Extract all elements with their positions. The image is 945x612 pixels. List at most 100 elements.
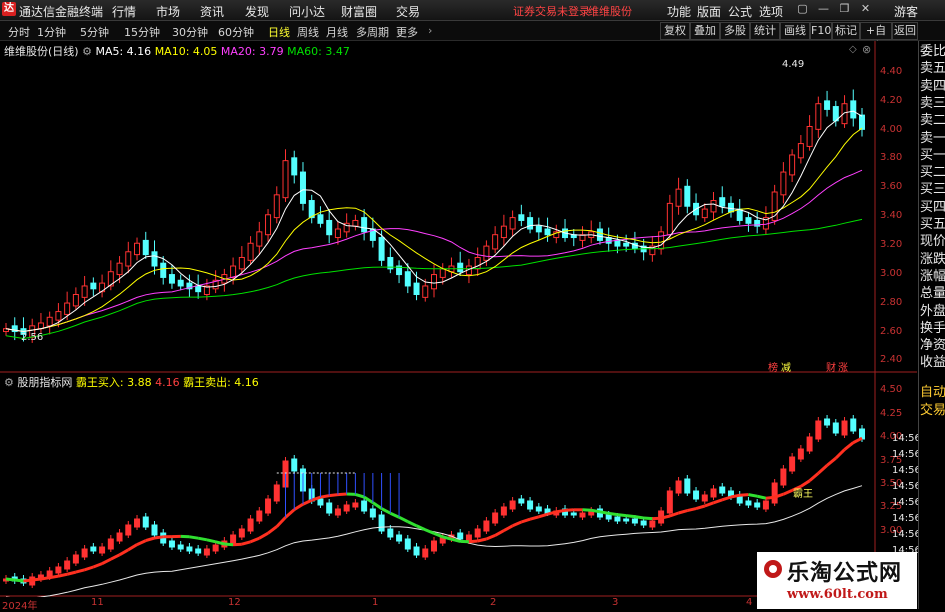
tongji-button[interactable]: 统计 xyxy=(750,22,780,40)
sub-candle-body xyxy=(667,491,672,513)
period-5min[interactable]: 5分钟 xyxy=(80,24,109,40)
candle-body xyxy=(292,158,297,175)
quote-label: 净资 xyxy=(920,338,945,354)
sub-candle-body xyxy=(344,505,349,511)
back-button[interactable]: 返回 xyxy=(892,22,918,40)
duogu-button[interactable]: 多股 xyxy=(720,22,750,40)
candle-body xyxy=(624,243,629,246)
candle-body xyxy=(423,286,428,297)
biaoji-button[interactable]: 标记 xyxy=(832,22,860,40)
restore-icon[interactable]: ❐ xyxy=(837,2,852,16)
sub-axis-tick: 4.25 xyxy=(880,408,902,419)
sub-candle-body xyxy=(484,521,489,531)
auto-trade-label[interactable]: 交易 xyxy=(920,403,945,419)
indicator-name[interactable]: 股朋指标网 xyxy=(17,376,72,389)
chevron-right-icon[interactable]: › xyxy=(428,24,432,37)
menu-gongneng[interactable]: 功能 xyxy=(667,3,691,20)
signal-line xyxy=(687,509,696,511)
menu-banmian[interactable]: 版面 xyxy=(697,3,721,20)
period-more[interactable]: 更多 xyxy=(396,24,418,40)
stock-name[interactable]: 维维股份(日线) xyxy=(4,45,79,58)
main-axis-tick: 3.20 xyxy=(880,239,902,250)
period-30min[interactable]: 30分钟 xyxy=(172,24,208,40)
quote-label: 外盘 xyxy=(920,304,945,320)
period-fenshi[interactable]: 分时 xyxy=(8,24,30,40)
auto-trade-label[interactable]: 自动 xyxy=(920,385,945,401)
add-favorite-button[interactable]: +自选 xyxy=(860,22,892,40)
kline-chart[interactable] xyxy=(0,41,917,597)
quote-label: 卖三 xyxy=(920,96,945,112)
candle-body xyxy=(458,263,463,272)
watermark-title: 乐淘公式网 xyxy=(787,555,902,587)
quote-label: 买五 xyxy=(920,217,945,233)
buy-label: 霸王买入: 3.88 xyxy=(76,376,152,389)
chart-area[interactable]: 维维股份(日线) ⚙ MA5: 4.16 MA10: 4.05 MA20: 3.… xyxy=(0,41,917,597)
sub-candle-body xyxy=(466,535,471,541)
settings-icon[interactable]: ⚙ xyxy=(82,45,92,58)
menu-xuanxiang[interactable]: 选项 xyxy=(759,3,783,20)
period-monthly[interactable]: 月线 xyxy=(326,24,348,40)
sub-candle-body xyxy=(370,509,375,517)
period-weekly[interactable]: 周线 xyxy=(297,24,319,40)
menu-jiaoyi[interactable]: 交易 xyxy=(396,3,420,20)
sub-candle-body xyxy=(126,525,131,535)
sub-candle-body xyxy=(755,503,760,507)
candle-body xyxy=(257,232,262,246)
candle-body xyxy=(65,303,70,314)
sub-axis-tick: 4.50 xyxy=(880,384,902,395)
close-icon[interactable]: ✕ xyxy=(858,2,873,16)
menu-gongshi[interactable]: 公式 xyxy=(728,3,752,20)
minimize-icon[interactable]: ▢ xyxy=(795,2,810,16)
sub-candle-body xyxy=(82,549,87,557)
signal-line xyxy=(600,512,609,514)
menu-shichang[interactable]: 市场 xyxy=(156,3,180,20)
tag-zhang[interactable]: 涨 xyxy=(838,359,848,374)
menu-wenxiaoda[interactable]: 问小达 xyxy=(289,3,325,20)
sub-candle-body xyxy=(353,503,358,507)
minimize-icon[interactable]: — xyxy=(816,2,831,16)
huaxian-button[interactable]: 画线 xyxy=(780,22,810,40)
menu-faxian[interactable]: 发现 xyxy=(245,3,269,20)
candle-body xyxy=(860,115,865,129)
settings-icon[interactable]: ⚙ xyxy=(4,376,14,389)
candle-body xyxy=(266,215,271,235)
quote-label: 委比 xyxy=(920,44,945,60)
candle-body xyxy=(501,226,506,237)
sub-candle-body xyxy=(650,521,655,527)
sub-axis-time: 14:56 xyxy=(892,449,921,460)
tag-jian[interactable]: 减 xyxy=(781,359,791,374)
fuquan-button[interactable]: 复权 xyxy=(660,22,690,40)
tag-bang[interactable]: 榜 xyxy=(768,359,778,374)
f10-button[interactable]: F10 xyxy=(810,22,832,40)
sell-label: 霸王卖出: 4.16 xyxy=(183,376,259,389)
candle-body xyxy=(781,172,786,195)
stock-link[interactable]: 维维股份 xyxy=(588,3,632,19)
period-daily[interactable]: 日线 xyxy=(268,24,290,40)
guest-user[interactable]: 游客 xyxy=(894,3,918,20)
signal-line xyxy=(338,494,347,495)
period-60min[interactable]: 60分钟 xyxy=(218,24,254,40)
menu-hangqing[interactable]: 行情 xyxy=(112,3,136,20)
period-1min[interactable]: 1分钟 xyxy=(37,24,66,40)
sub-candle-body xyxy=(257,511,262,521)
ma60-label: MA60: 3.47 xyxy=(287,45,350,58)
sub-candle-body xyxy=(266,499,271,513)
candle-body xyxy=(300,172,305,203)
login-notice[interactable]: 证券交易未登录 xyxy=(513,3,590,19)
signal-line xyxy=(189,537,198,538)
candle-body xyxy=(379,238,384,261)
period-15min[interactable]: 15分钟 xyxy=(124,24,160,40)
tag-cai[interactable]: 财 xyxy=(826,359,836,374)
date-label: 2 xyxy=(490,597,496,608)
close-icon[interactable]: ⊗ xyxy=(862,43,871,56)
main-axis-tick: 3.80 xyxy=(880,152,902,163)
period-toolbar: 分时 1分钟 5分钟 15分钟 30分钟 60分钟 日线 周线 月线 多周期 更… xyxy=(0,21,945,41)
menu-zixun[interactable]: 资讯 xyxy=(200,3,224,20)
diejia-button[interactable]: 叠加 xyxy=(690,22,720,40)
sub-candle-body xyxy=(117,533,122,541)
diamond-icon[interactable]: ◇ xyxy=(849,44,857,55)
menu-caifuquan[interactable]: 财富圈 xyxy=(341,3,377,20)
sub-candle-body xyxy=(571,513,576,515)
candle-body xyxy=(519,215,524,221)
period-multi[interactable]: 多周期 xyxy=(356,24,389,40)
